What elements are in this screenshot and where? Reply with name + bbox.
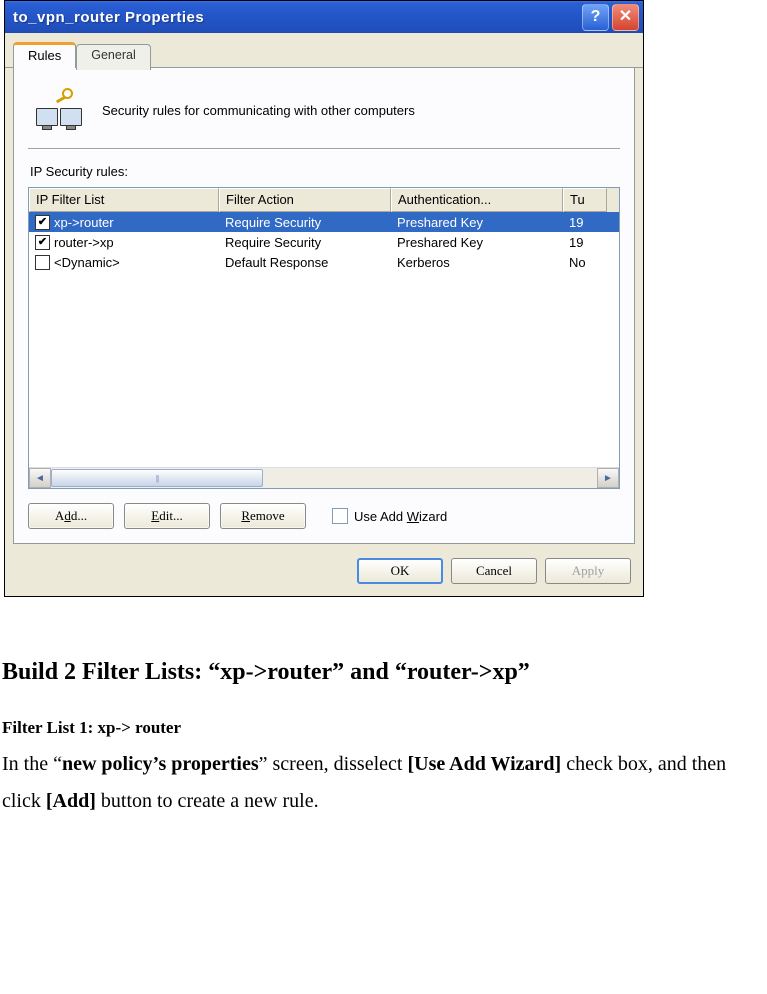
cell-filter-list: router->xp: [54, 235, 114, 250]
document-body: Build 2 Filter Lists: “xp->router” and “…: [0, 597, 767, 820]
use-add-wizard-checkbox[interactable]: [332, 508, 348, 524]
row-checkbox[interactable]: [35, 255, 50, 270]
cell-tunnel: No: [563, 255, 607, 270]
cell-filter-action: Require Security: [219, 235, 391, 250]
table-row[interactable]: <Dynamic> Default ResponseKerberosNo: [29, 252, 619, 272]
cell-filter-action: Default Response: [219, 255, 391, 270]
row-checkbox[interactable]: ✔: [35, 235, 50, 250]
row-checkbox[interactable]: ✔: [35, 215, 50, 230]
col-filter-list[interactable]: IP Filter List: [29, 188, 219, 212]
tab-rules[interactable]: Rules: [13, 42, 76, 68]
cell-filter-action: Require Security: [219, 215, 391, 230]
col-authentication[interactable]: Authentication...: [391, 188, 563, 212]
cell-filter-list: <Dynamic>: [54, 255, 120, 270]
tab-panel: Security rules for communicating with ot…: [13, 68, 635, 544]
network-security-icon: [36, 90, 84, 130]
window-title: to_vpn_router Properties: [13, 9, 582, 26]
doc-subheading: Filter List 1: xp-> router: [2, 718, 757, 738]
scroll-right-icon[interactable]: ►: [597, 468, 619, 488]
use-add-wizard-label: Use Add Wizard: [354, 509, 447, 524]
col-tunnel[interactable]: Tu: [563, 188, 607, 212]
close-button[interactable]: ✕: [612, 4, 639, 31]
listview-header: IP Filter List Filter Action Authenticat…: [29, 188, 619, 212]
cancel-button[interactable]: Cancel: [451, 558, 537, 584]
listview-rows: ✔ xp->router Require SecurityPreshared Key…: [29, 212, 619, 467]
doc-heading: Build 2 Filter Lists: “xp->router” and “…: [2, 657, 757, 688]
divider: [28, 148, 620, 150]
remove-button[interactable]: Remove: [220, 503, 306, 529]
edit-button[interactable]: Edit...: [124, 503, 210, 529]
rules-label: IP Security rules:: [30, 164, 620, 179]
table-row[interactable]: ✔ router->xp Require SecurityPreshared Key…: [29, 232, 619, 252]
tab-general[interactable]: General: [76, 44, 150, 70]
tab-strip: Rules General: [5, 33, 643, 68]
apply-button[interactable]: Apply: [545, 558, 631, 584]
cell-authentication: Kerberos: [391, 255, 563, 270]
cell-authentication: Preshared Key: [391, 215, 563, 230]
cell-tunnel: 19: [563, 235, 607, 250]
cell-tunnel: 19: [563, 215, 607, 230]
panel-description: Security rules for communicating with ot…: [102, 103, 415, 118]
rules-listview[interactable]: IP Filter List Filter Action Authenticat…: [28, 187, 620, 489]
help-button[interactable]: ?: [582, 4, 609, 31]
properties-dialog: to_vpn_router Properties ? ✕ Rules Gener…: [4, 0, 644, 597]
horizontal-scrollbar[interactable]: ◄ ||| ►: [29, 467, 619, 488]
cell-authentication: Preshared Key: [391, 235, 563, 250]
add-button[interactable]: Add...: [28, 503, 114, 529]
scroll-left-icon[interactable]: ◄: [29, 468, 51, 488]
cell-filter-list: xp->router: [54, 215, 114, 230]
table-row[interactable]: ✔ xp->router Require SecurityPreshared Key…: [29, 212, 619, 232]
col-filter-action[interactable]: Filter Action: [219, 188, 391, 212]
ok-button[interactable]: OK: [357, 558, 443, 584]
doc-paragraph: In the “new policy’s properties” screen,…: [2, 746, 757, 820]
titlebar[interactable]: to_vpn_router Properties ? ✕: [5, 1, 643, 33]
scrollbar-thumb[interactable]: |||: [51, 469, 263, 487]
